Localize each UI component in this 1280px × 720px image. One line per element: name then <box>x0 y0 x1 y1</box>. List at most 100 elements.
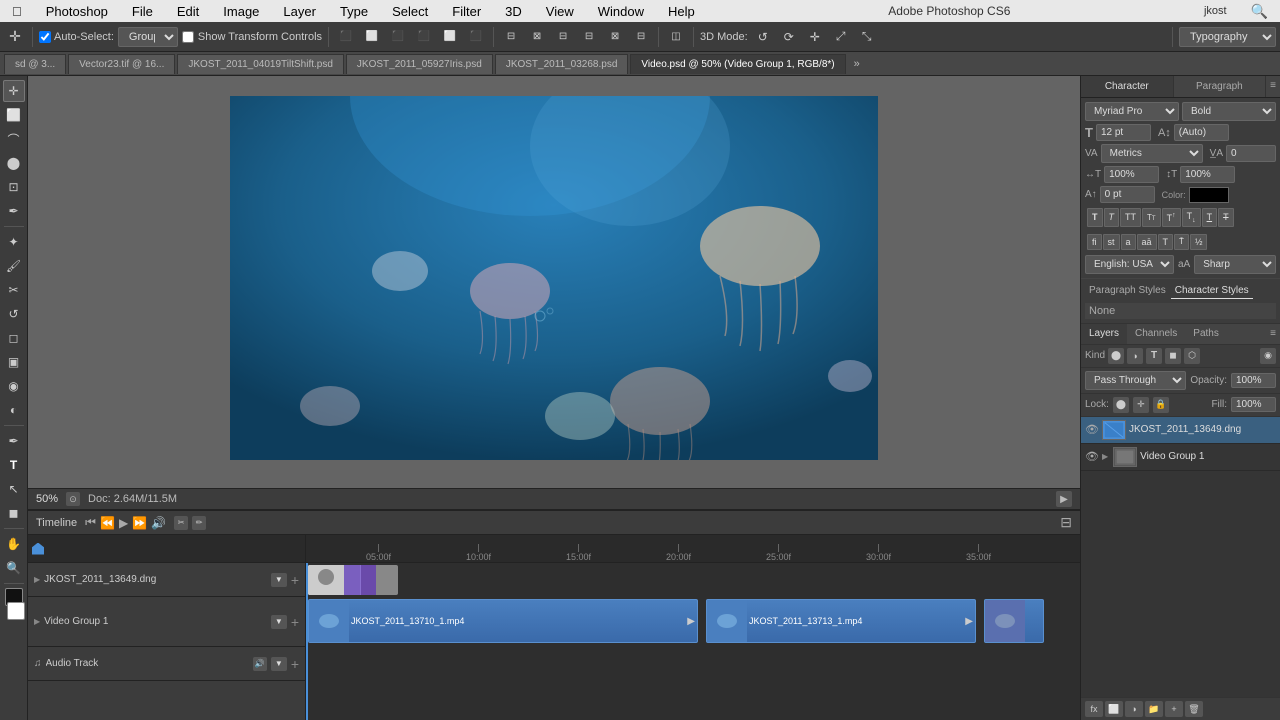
font-family-dropdown[interactable]: Myriad Pro <box>1085 102 1179 121</box>
tab-iris[interactable]: JKOST_2011_05927Iris.psd <box>346 54 493 74</box>
new-group-btn[interactable]: 📁 <box>1145 701 1163 717</box>
fill-input[interactable] <box>1231 397 1276 412</box>
quick-select-tool[interactable]: ⬤ <box>3 152 25 174</box>
tab-paragraph[interactable]: Paragraph <box>1174 76 1267 97</box>
tab-sd[interactable]: sd @ 3... <box>4 54 66 74</box>
track-vg-add-btn[interactable]: + <box>291 614 299 630</box>
timeline-cut-btn[interactable]: ✂ <box>174 516 188 530</box>
hand-tool[interactable]: ✋ <box>3 533 25 555</box>
crop-tool[interactable]: ⊡ <box>3 176 25 198</box>
3d-scale-icon[interactable]: ⤡ <box>856 26 878 48</box>
track-audio-add-btn[interactable]: + <box>291 656 299 672</box>
superscript-btn[interactable]: T↑ <box>1162 208 1181 227</box>
faux-italic-btn[interactable]: T <box>1104 208 1120 227</box>
filter-type-btn[interactable]: T <box>1146 348 1162 364</box>
zoom-tool[interactable]: 🔍 <box>3 557 25 579</box>
menu-window[interactable]: Window <box>594 2 648 21</box>
menu-help[interactable]: Help <box>664 2 699 21</box>
brush-tool[interactable]: 🖌 <box>3 255 25 277</box>
distribute-center-v-icon[interactable]: ⊠ <box>604 26 626 48</box>
eraser-tool[interactable]: ◻ <box>3 327 25 349</box>
canvas-image[interactable] <box>230 96 878 460</box>
clip-video-1[interactable]: JKOST_2011_13710_1.mp4 ▶ <box>308 599 698 643</box>
align-center-v-icon[interactable]: ⬜ <box>439 26 461 48</box>
clip-video-2[interactable]: JKOST_2011_13713_1.mp4 ▶ <box>706 599 976 643</box>
distribute-center-h-icon[interactable]: ⊠ <box>526 26 548 48</box>
menu-3d[interactable]: 3D <box>501 2 526 21</box>
auto-select-dropdown[interactable]: Group Layer <box>118 27 178 47</box>
ligatures-btn[interactable]: fi <box>1087 234 1102 250</box>
new-layer-btn[interactable]: + <box>1165 701 1183 717</box>
track-vg-settings-btn[interactable]: ▼ <box>271 615 287 629</box>
contextual-btn[interactable]: ½ <box>1190 234 1208 250</box>
tab-overflow[interactable]: » <box>848 54 866 74</box>
path-select-tool[interactable]: ↖ <box>3 478 25 500</box>
menu-photoshop[interactable]: Photoshop <box>42 2 112 21</box>
lock-all-btn[interactable]: 🔒 <box>1153 397 1169 413</box>
small-caps-btn[interactable]: TT <box>1142 208 1161 227</box>
all-caps-btn[interactable]: TT <box>1120 208 1141 227</box>
swash-btn[interactable]: T <box>1158 234 1174 250</box>
timeline-back-btn[interactable]: ⏪ <box>100 516 115 530</box>
timeline-rewind-btn[interactable]: ⏮ <box>85 515 96 530</box>
layer-item-jkost[interactable]: 👁 JKOST_2011_13649.dng <box>1081 417 1280 444</box>
blur-tool[interactable]: ◉ <box>3 375 25 397</box>
font-size-input[interactable] <box>1096 124 1151 141</box>
add-fx-btn[interactable]: fx <box>1085 701 1103 717</box>
text-tool[interactable]: T <box>3 454 25 476</box>
tracking-input[interactable] <box>1226 145 1276 162</box>
show-transform-checkbox[interactable] <box>182 31 194 43</box>
layers-tab[interactable]: Layers <box>1081 324 1127 344</box>
tab-video[interactable]: Video.psd @ 50% (Video Group 1, RGB/8*) <box>630 54 845 74</box>
track-audio-settings-btn[interactable]: ▼ <box>271 657 287 671</box>
eyedropper-tool[interactable]: ✒ <box>3 200 25 222</box>
shape-tool[interactable]: ◼ <box>3 502 25 524</box>
background-color[interactable] <box>7 602 25 620</box>
menu-edit[interactable]: Edit <box>173 2 203 21</box>
menu-file[interactable]: File <box>128 2 157 21</box>
history-brush-tool[interactable]: ↺ <box>3 303 25 325</box>
apple-menu[interactable]:  <box>8 2 26 21</box>
tab-vector[interactable]: Vector23.tif @ 16... <box>68 54 175 74</box>
auto-select-checkbox[interactable]: Auto-Select: <box>39 31 114 43</box>
menu-filter[interactable]: Filter <box>448 2 485 21</box>
workspace-dropdown[interactable]: Typography Essentials Design Painting Ph… <box>1179 27 1276 47</box>
auto-align-icon[interactable]: ◫ <box>665 26 687 48</box>
underline-btn[interactable]: T <box>1202 208 1218 227</box>
menu-image[interactable]: Image <box>219 2 263 21</box>
color-swatch[interactable] <box>1189 187 1229 203</box>
distribute-top-icon[interactable]: ⊟ <box>578 26 600 48</box>
marquee-tool[interactable]: ⬜ <box>3 104 25 126</box>
delete-layer-btn[interactable]: 🗑 <box>1185 701 1203 717</box>
timeline-forward-btn[interactable]: ⏩ <box>132 516 147 530</box>
track-expand-arrow-vg[interactable]: ▶ <box>34 617 40 626</box>
track-settings-btn[interactable]: ▼ <box>271 573 287 587</box>
baseline-input[interactable] <box>1100 186 1155 203</box>
timeline-edit-btn[interactable]: ✏ <box>192 516 206 530</box>
align-left-icon[interactable]: ⬛ <box>335 26 357 48</box>
track-add-btn[interactable]: + <box>291 572 299 588</box>
titling-btn[interactable]: T̄ <box>1174 234 1189 250</box>
layers-options-btn[interactable]: ≡ <box>1266 324 1280 344</box>
anti-alias-dropdown[interactable]: Sharp Crisp Strong Smooth <box>1194 255 1276 274</box>
dodge-tool[interactable]: ◐ <box>3 399 25 421</box>
menu-view[interactable]: View <box>542 2 578 21</box>
filter-adj-btn[interactable]: ◑ <box>1127 348 1143 364</box>
timeline-collapse-btn[interactable]: ⊟ <box>1060 514 1072 531</box>
timeline-ruler[interactable]: 05:00f 10:00f 15:00f 20:00f 25:00f 30:00… <box>306 535 1080 563</box>
lasso-tool[interactable]: ⌒ <box>3 128 25 150</box>
lock-position-btn[interactable]: ✛ <box>1133 397 1149 413</box>
oldstyle-btn[interactable]: a <box>1121 234 1136 250</box>
tab-03268[interactable]: JKOST_2011_03268.psd <box>495 54 629 74</box>
scale-h-input[interactable] <box>1104 166 1159 183</box>
discretionary-btn[interactable]: st <box>1103 234 1120 250</box>
clone-stamp-tool[interactable]: ✂ <box>3 279 25 301</box>
clip-jkost-thumb[interactable] <box>308 565 398 595</box>
layer-vis-jkost[interactable]: 👁 <box>1085 423 1099 437</box>
menu-select[interactable]: Select <box>388 2 432 21</box>
pen-tool[interactable]: ✒ <box>3 430 25 452</box>
3d-pan-icon[interactable]: ✛ <box>804 26 826 48</box>
new-adj-btn[interactable]: ◑ <box>1125 701 1143 717</box>
align-right-icon[interactable]: ⬛ <box>387 26 409 48</box>
layer-vis-vg[interactable]: 👁 <box>1085 450 1099 464</box>
